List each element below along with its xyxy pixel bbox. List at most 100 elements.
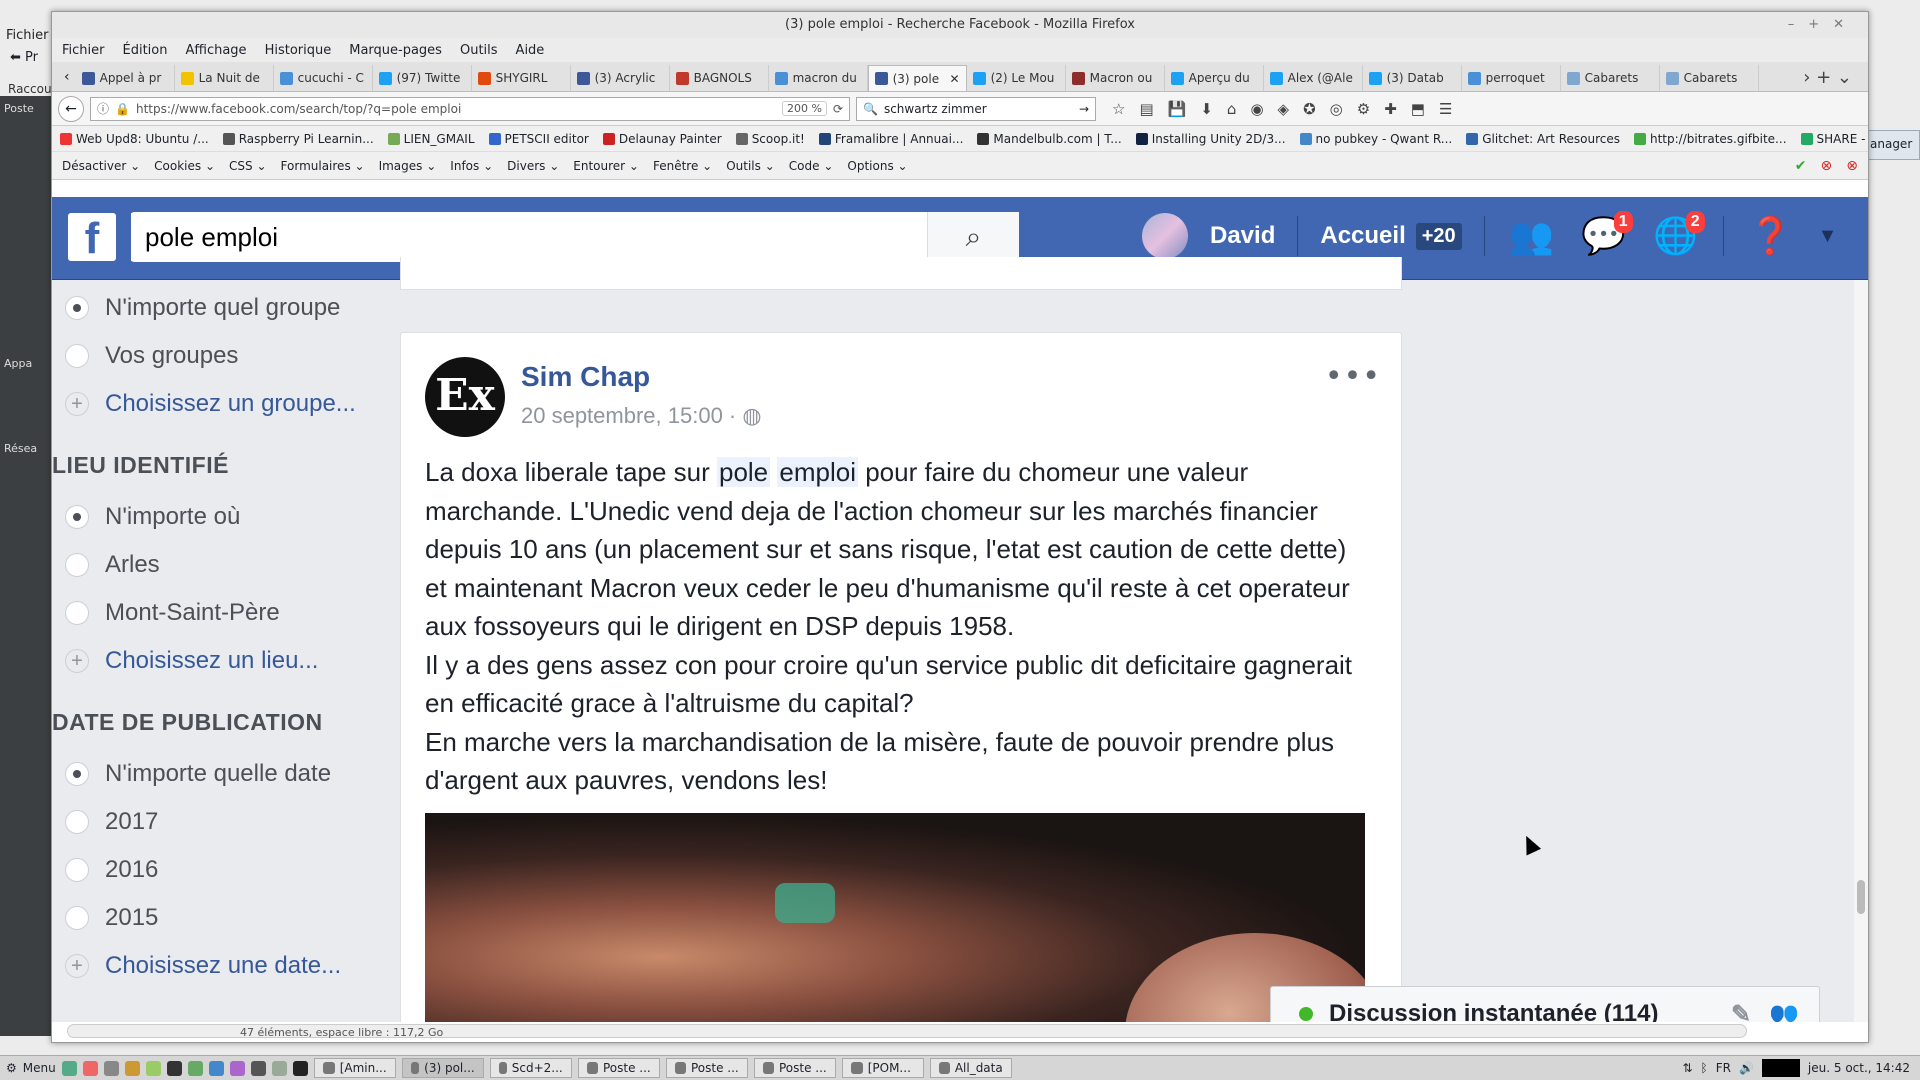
menu-marque-pages[interactable]: Marque-pages bbox=[349, 43, 442, 58]
more-options-icon[interactable]: ••• bbox=[1325, 359, 1381, 394]
menu-affichage[interactable]: Affichage bbox=[185, 43, 246, 58]
bg-side-item[interactable]: Résea bbox=[0, 436, 52, 461]
search-engine-icon[interactable]: 🔍 bbox=[863, 102, 878, 116]
new-tab-icon[interactable]: › + ⌄ bbox=[1803, 67, 1852, 88]
tab[interactable]: Alex (@Ale bbox=[1264, 65, 1363, 91]
messenger-icon[interactable]: 💬 1 bbox=[1579, 211, 1633, 261]
bookmark-item[interactable]: Installing Unity 2D/3... bbox=[1135, 132, 1286, 146]
web-search-bar[interactable]: 🔍 schwartz zimmer → bbox=[856, 96, 1096, 121]
error-icon[interactable]: ⊗ bbox=[1821, 158, 1833, 174]
author-name[interactable]: Sim Chap bbox=[521, 361, 762, 393]
go-icon[interactable]: → bbox=[1079, 102, 1089, 116]
web-search-text[interactable]: schwartz zimmer bbox=[884, 102, 1073, 116]
launcher-icon[interactable] bbox=[124, 1060, 140, 1076]
launcher-icon[interactable] bbox=[292, 1060, 308, 1076]
bg-side-item[interactable]: Appa bbox=[0, 351, 52, 376]
compose-icon[interactable]: ✎ bbox=[1731, 1000, 1751, 1023]
bookmark-item[interactable]: SHARE - FAQ bbox=[1800, 132, 1868, 146]
radio-icon[interactable] bbox=[65, 810, 89, 834]
bookmark-item[interactable]: Glitchet: Art Resources bbox=[1466, 132, 1620, 146]
devtool-menu[interactable]: Fenêtre ⌄ bbox=[653, 159, 712, 173]
author-avatar[interactable]: Ex bbox=[425, 357, 505, 437]
avatar[interactable] bbox=[1142, 213, 1188, 259]
choose-location-link[interactable]: + Choisissez un lieu... bbox=[52, 637, 382, 685]
devtool-menu[interactable]: Images ⌄ bbox=[379, 159, 437, 173]
tab-scroll-left-icon[interactable]: ‹ bbox=[58, 63, 76, 91]
radio-icon[interactable] bbox=[65, 505, 89, 529]
window-controls[interactable]: –+✕ bbox=[1788, 12, 1858, 38]
tab[interactable]: (2) Le Mou bbox=[967, 65, 1066, 91]
bookmark-item[interactable]: Mandelbulb.com | T... bbox=[977, 132, 1122, 146]
devtool-menu[interactable]: Infos ⌄ bbox=[450, 159, 493, 173]
devtool-menu[interactable]: Cookies ⌄ bbox=[154, 159, 215, 173]
tab[interactable]: perroquet bbox=[1462, 65, 1561, 91]
tab[interactable]: (97) Twitte bbox=[373, 65, 472, 91]
radio-icon[interactable] bbox=[65, 296, 89, 320]
extension-icon[interactable]: ⬒ bbox=[1411, 100, 1425, 118]
bookmark-item[interactable]: LIEN_GMAIL bbox=[387, 132, 475, 146]
launcher-icon[interactable] bbox=[166, 1060, 182, 1076]
filter-option[interactable]: 2017 bbox=[52, 798, 382, 846]
vertical-scrollbar[interactable] bbox=[1854, 280, 1868, 1022]
home-icon[interactable]: ⌂ bbox=[1227, 100, 1237, 118]
radio-icon[interactable] bbox=[65, 858, 89, 882]
extension-icon[interactable]: ◎ bbox=[1330, 100, 1343, 118]
download-icon[interactable]: ⬇ bbox=[1200, 100, 1213, 118]
filter-option[interactable]: Mont-Saint-Père bbox=[52, 589, 382, 637]
friend-requests-icon[interactable]: 👥 bbox=[1507, 211, 1557, 261]
extension-icon[interactable]: ☰ bbox=[1439, 100, 1452, 118]
radio-icon[interactable] bbox=[65, 344, 89, 368]
close-icon[interactable]: ⊗ bbox=[1846, 158, 1858, 174]
launcher-icon[interactable] bbox=[229, 1060, 245, 1076]
filter-option[interactable]: Vos groupes bbox=[52, 332, 382, 380]
taskbar-task[interactable]: Poste ... bbox=[577, 1058, 660, 1078]
taskbar-task[interactable]: [POM... bbox=[841, 1058, 924, 1078]
launcher-icon[interactable] bbox=[187, 1060, 203, 1076]
devtool-menu[interactable]: CSS ⌄ bbox=[229, 159, 267, 173]
filter-option[interactable]: N'importe quelle date bbox=[52, 750, 382, 798]
tab[interactable]: (3) pole ✕ bbox=[867, 65, 967, 91]
bookmark-item[interactable]: Framalibre | Annuai... bbox=[818, 132, 963, 146]
start-menu[interactable]: Menu bbox=[23, 1061, 56, 1075]
taskbar-task[interactable]: All_data bbox=[929, 1058, 1012, 1078]
radio-icon[interactable] bbox=[65, 762, 89, 786]
extension-icon[interactable]: ⚙ bbox=[1357, 100, 1370, 118]
url-text[interactable]: https://www.facebook.com/search/top/?q=p… bbox=[136, 102, 776, 116]
filter-option[interactable]: N'importe où bbox=[52, 493, 382, 541]
extension-icon[interactable]: ✚ bbox=[1384, 100, 1397, 118]
filter-option[interactable]: 2015 bbox=[52, 894, 382, 942]
taskbar-task[interactable]: Poste ... bbox=[665, 1058, 748, 1078]
profile-link[interactable]: David bbox=[1210, 222, 1275, 250]
reload-icon[interactable]: ⟳ bbox=[833, 102, 843, 116]
choose-date-link[interactable]: + Choisissez une date... bbox=[52, 942, 382, 990]
devtool-menu[interactable]: Désactiver ⌄ bbox=[62, 159, 140, 173]
devtool-menu[interactable]: Outils ⌄ bbox=[726, 159, 775, 173]
bookmark-item[interactable]: no pubkey - Qwant R... bbox=[1299, 132, 1452, 146]
taskbar-task[interactable]: Scd+2... bbox=[489, 1058, 572, 1078]
reading-list-icon[interactable]: ▤ bbox=[1139, 100, 1153, 118]
notifications-globe-icon[interactable]: 🌐 2 bbox=[1651, 211, 1705, 261]
filter-option[interactable]: N'importe quel groupe bbox=[52, 284, 382, 332]
tab[interactable]: La Nuit de bbox=[175, 65, 274, 91]
menu-fichier[interactable]: Fichier bbox=[62, 43, 105, 58]
tab[interactable]: Appel à pr bbox=[76, 65, 175, 91]
devtool-menu[interactable]: Options ⌄ bbox=[847, 159, 907, 173]
facebook-logo-icon[interactable]: f bbox=[68, 213, 116, 263]
scroll-thumb[interactable] bbox=[1857, 880, 1865, 914]
menu-outils[interactable]: Outils bbox=[460, 43, 498, 58]
radio-icon[interactable] bbox=[65, 906, 89, 930]
save-icon[interactable]: 💾 bbox=[1168, 100, 1187, 118]
launcher-icon[interactable] bbox=[271, 1060, 287, 1076]
menu-gear-icon[interactable]: ⚙ bbox=[6, 1061, 17, 1075]
url-bar[interactable]: ⓘ 🔒 https://www.facebook.com/search/top/… bbox=[90, 96, 850, 121]
menu-historique[interactable]: Historique bbox=[265, 43, 332, 58]
bg-side-item[interactable]: Poste bbox=[0, 96, 52, 121]
add-people-icon[interactable]: 👥 bbox=[1769, 1000, 1799, 1023]
bookmark-item[interactable]: Scoop.it! bbox=[735, 132, 805, 146]
help-icon[interactable]: ❓ bbox=[1746, 211, 1796, 261]
tab[interactable]: macron du bbox=[769, 65, 868, 91]
search-icon[interactable]: ⌕ bbox=[927, 212, 1019, 262]
launcher-icon[interactable] bbox=[208, 1060, 224, 1076]
tab[interactable]: cucuchi - C bbox=[274, 65, 373, 91]
extension-icon[interactable]: ◉ bbox=[1250, 100, 1263, 118]
